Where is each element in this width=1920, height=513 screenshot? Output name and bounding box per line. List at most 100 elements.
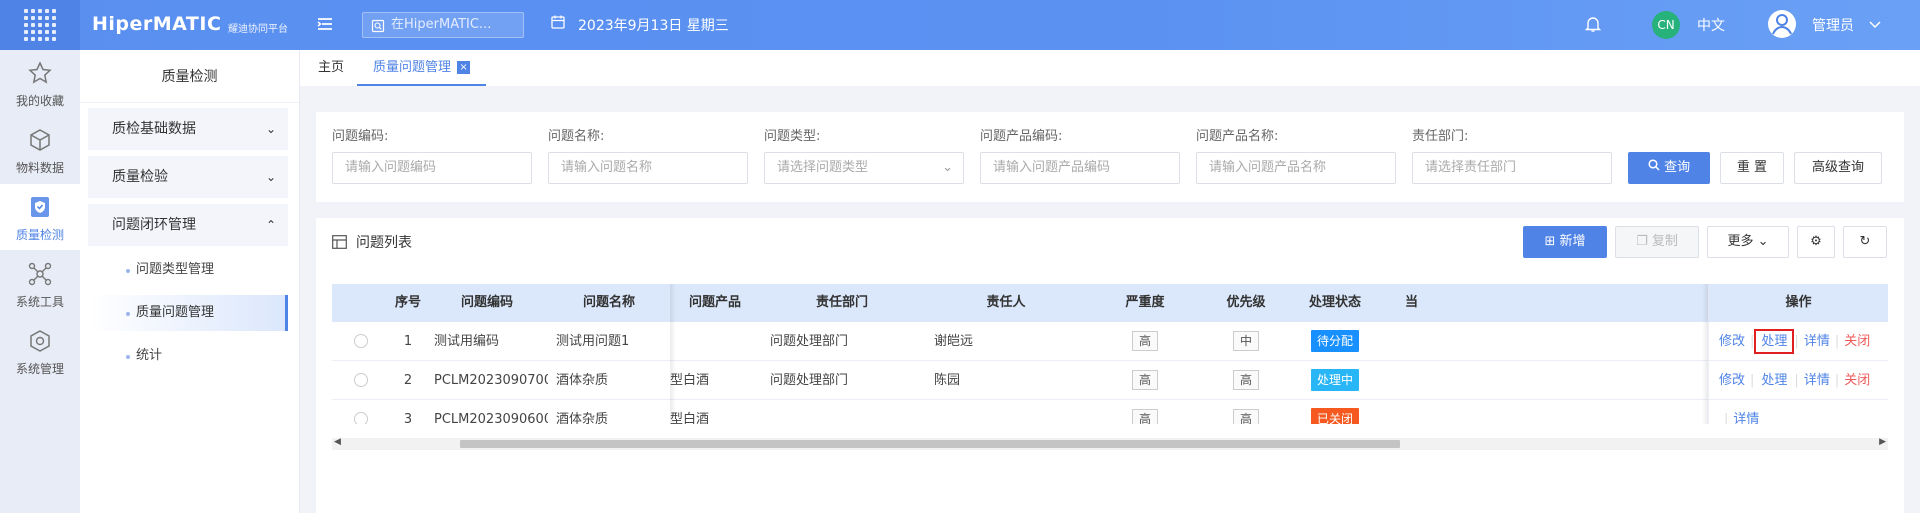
menu-group-issue-loop[interactable]: 问题闭环管理 ⌃ — [88, 204, 288, 246]
header-ops: 操作 — [1708, 284, 1888, 322]
settings-button[interactable]: ⚙ — [1797, 226, 1835, 258]
chevron-up-icon: ⌃ — [265, 218, 276, 232]
menu-toggle-icon[interactable] — [315, 14, 335, 34]
close-link[interactable]: 关闭 — [1844, 373, 1870, 388]
issue-type-select[interactable]: 请选择问题类型 ⌄ — [764, 152, 964, 184]
cell-status: 处理中 — [1290, 361, 1380, 400]
edit-link[interactable]: 修改 — [1719, 373, 1745, 388]
chevron-down-icon: ⌄ — [265, 122, 276, 136]
reset-button[interactable]: 重 置 — [1720, 152, 1784, 184]
table-row[interactable]: 2 PCLM202309070001 酒体杂质 型白酒 问题处理部门 陈园 高 … — [332, 361, 1888, 400]
global-search-input[interactable]: 在HiperMATIC... — [362, 12, 524, 38]
cell-severity: 高 — [1088, 400, 1202, 424]
nav-item-material-data[interactable]: 物料数据 — [0, 117, 80, 183]
table-row[interactable]: 3 PCLM202309060001 酒体杂质 型白酒 高 高 已关闭 |详情 — [332, 400, 1888, 424]
cell-product: 型白酒 — [670, 412, 710, 424]
user-name[interactable]: 管理员 — [1812, 15, 1854, 35]
frozen-column-shadow — [670, 284, 676, 424]
query-button[interactable]: 查询 — [1628, 152, 1710, 184]
copy-button[interactable]: ❐ 复制 — [1615, 226, 1699, 258]
cell-owner: 谢皑远 — [934, 334, 974, 349]
add-icon: ⊞ — [1544, 234, 1556, 249]
add-button[interactable]: ⊞ 新增 — [1523, 226, 1607, 258]
issue-name-input[interactable]: 请输入问题名称 — [548, 152, 748, 184]
chevron-down-icon: ⌄ — [1757, 234, 1769, 249]
chevron-down-icon[interactable] — [1869, 17, 1881, 33]
cell-product — [670, 322, 760, 361]
language-badge[interactable]: CN — [1652, 11, 1680, 39]
cell-code: PCLM202309070001 — [434, 373, 548, 388]
language-label[interactable]: 中文 — [1697, 15, 1725, 35]
cell-severity: 高 — [1088, 361, 1202, 400]
filter-label-issue-name: 问题名称: — [548, 129, 605, 144]
filter-panel: 问题编码: 请输入问题编码 问题名称: 请输入问题名称 问题类型: 请选择问题类… — [316, 112, 1904, 202]
header-owner: 责任人 — [924, 284, 1088, 322]
edit-link[interactable]: 修改 — [1719, 334, 1745, 349]
more-button-label: 更多 — [1727, 234, 1754, 249]
scroll-right-icon[interactable]: ▶ — [1879, 437, 1886, 447]
user-avatar-icon[interactable] — [1767, 9, 1797, 39]
nav-item-quality-check[interactable]: 质量检测 — [0, 184, 80, 250]
app-grid-button[interactable] — [0, 0, 80, 50]
process-link[interactable]: 处理 — [1754, 329, 1795, 354]
detail-link[interactable]: 详情 — [1733, 412, 1759, 424]
close-link[interactable]: 关闭 — [1844, 334, 1870, 349]
menu-group-basic-data[interactable]: 质检基础数据 ⌄ — [88, 108, 288, 150]
app-logo: HiperMATIC — [92, 13, 222, 35]
cell-name: 酒体杂质 — [556, 412, 609, 424]
refresh-icon: ↻ — [1859, 234, 1871, 249]
menu-group-label: 问题闭环管理 — [112, 217, 196, 233]
scrollbar-thumb[interactable] — [460, 440, 1400, 448]
process-link[interactable]: 处理 — [1759, 373, 1789, 388]
menu-item-statistics[interactable]: 统计 — [88, 338, 288, 374]
filter-label-product-name: 问题产品名称: — [1196, 129, 1279, 144]
menu-item-quality-issues[interactable]: 质量问题管理 — [88, 295, 288, 331]
table-row[interactable]: 1 测试用编码 测试用问题1 问题处理部门 谢皑远 高 中 待分配 修改 | 处理 |… — [332, 322, 1888, 361]
issue-code-input[interactable]: 请输入问题编码 — [332, 152, 532, 184]
detail-link[interactable]: 详情 — [1804, 334, 1830, 349]
filter-label-issue-type: 问题类型: — [764, 129, 821, 144]
header-code: 问题编码 — [426, 284, 548, 322]
filter-label-issue-code: 问题编码: — [332, 129, 389, 144]
detail-link[interactable]: 详情 — [1804, 373, 1830, 388]
menu-item-issue-types[interactable]: 问题类型管理 — [88, 252, 288, 288]
tab-quality-issues[interactable]: 质量问题管理 × — [357, 50, 487, 86]
horizontal-scrollbar[interactable]: ◀ ▶ — [332, 437, 1888, 450]
menu-group-label: 质量检验 — [112, 169, 168, 185]
sub-menu-title: 质量检测 — [161, 69, 218, 85]
star-icon — [28, 61, 52, 84]
department-select[interactable]: 请选择责任部门 — [1412, 152, 1612, 184]
copy-button-label: 复制 — [1651, 234, 1678, 249]
scroll-left-icon[interactable]: ◀ — [334, 437, 341, 447]
header-current: 当 — [1380, 284, 1424, 322]
nav-item-system-tools[interactable]: 系统工具 — [0, 251, 80, 317]
menu-group-quality-inspection[interactable]: 质量检验 ⌄ — [88, 156, 288, 198]
bell-icon[interactable] — [1584, 15, 1602, 37]
left-nav: 我的收藏 物料数据 质量检测 系统工具 系统管理 — [0, 50, 80, 513]
nav-item-system-admin[interactable]: 系统管理 — [0, 318, 80, 384]
frozen-column-shadow — [1702, 284, 1708, 424]
nav-item-label: 我的收藏 — [15, 94, 64, 108]
cell-name: 酒体杂质 — [556, 373, 609, 388]
box-icon — [30, 330, 50, 352]
refresh-button[interactable]: ↻ — [1843, 226, 1887, 258]
shield-check-icon — [31, 197, 49, 217]
more-button[interactable]: 更多 ⌄ — [1707, 226, 1789, 258]
cell-code: 测试用编码 — [434, 334, 500, 349]
tab-home[interactable]: 主页 — [318, 50, 344, 86]
product-code-input[interactable]: 请输入问题产品编码 — [980, 152, 1180, 184]
row-radio[interactable] — [354, 373, 368, 387]
row-radio[interactable] — [354, 334, 368, 348]
cell-severity: 高 — [1088, 322, 1202, 361]
cell-product: 型白酒 — [670, 373, 710, 388]
cell-ops: 修改 | 处理 | 详情 | 关闭 — [1708, 361, 1888, 400]
advanced-query-button[interactable]: 高级查询 — [1794, 152, 1882, 184]
row-radio[interactable] — [354, 412, 368, 424]
close-icon[interactable]: × — [457, 61, 471, 74]
list-panel: 问题列表 ⊞ 新增 ❐ 复制 更多 ⌄ ⚙ ↻ 序号 问题编码 问题名称 问题产… — [316, 218, 1904, 513]
product-name-input[interactable]: 请输入问题产品名称 — [1196, 152, 1396, 184]
list-title: 问题列表 — [356, 235, 412, 251]
menu-group-label: 质检基础数据 — [112, 121, 196, 137]
cell-priority: 中 — [1202, 322, 1290, 361]
nav-item-favorites[interactable]: 我的收藏 — [0, 50, 80, 116]
